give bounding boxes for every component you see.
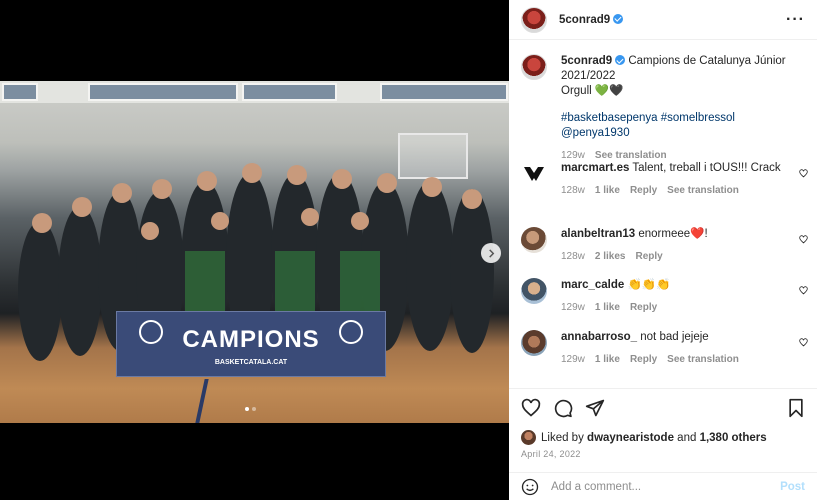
reply-button[interactable]: Reply [630, 352, 657, 367]
action-bar [521, 397, 805, 419]
post-side-panel: 5conrad9 ··· 5conrad9 Campions de Catalu… [509, 0, 817, 500]
comment-username[interactable]: annabarroso_ [561, 331, 637, 343]
emoji-smiley-icon[interactable] [521, 478, 539, 496]
avatar[interactable] [521, 54, 547, 80]
comment-likes[interactable]: 1 like [595, 183, 620, 198]
like-comment-heart-icon[interactable] [799, 338, 808, 350]
verified-badge-icon [615, 55, 626, 65]
share-paper-plane-icon[interactable] [585, 398, 605, 418]
reply-button[interactable]: Reply [636, 249, 663, 264]
hashtag-link[interactable]: #basketbasepenya [561, 112, 658, 124]
gym-window [88, 83, 238, 101]
header-username[interactable]: 5conrad9 [559, 13, 624, 26]
carousel-dots [245, 407, 256, 411]
comment-time[interactable]: 128w [561, 249, 585, 264]
banner-title: CAMPIONS [182, 326, 320, 353]
like-heart-icon[interactable] [521, 398, 541, 418]
post-actions: Liked by dwaynearistode and 1,380 others… [509, 388, 817, 459]
reply-button[interactable]: Reply [630, 183, 657, 198]
banner-subtitle: BASKETCATALA.CAT [214, 359, 288, 366]
logo-icon [524, 167, 544, 181]
liked-by-user[interactable]: dwaynearistode [587, 432, 674, 444]
reply-button[interactable]: Reply [630, 300, 657, 315]
avatar[interactable] [521, 161, 547, 187]
comments-list[interactable]: 5conrad9 Campions de Catalunya Júnior 20… [509, 41, 817, 387]
comment-username[interactable]: marcmart.es [561, 162, 629, 174]
caption-username[interactable]: 5conrad9 [561, 55, 612, 67]
more-options-icon[interactable]: ··· [786, 11, 805, 29]
likes-summary: Liked by dwaynearistode and 1,380 others [521, 430, 805, 445]
carousel-dot [252, 407, 256, 411]
add-comment-bar: Post [509, 472, 817, 500]
comment-text: Talent, treball i tOUS!!! Crack [632, 162, 781, 174]
comment-likes[interactable]: 1 like [595, 300, 620, 315]
verified-badge-icon [613, 13, 624, 24]
avatar[interactable] [521, 430, 536, 445]
avatar[interactable] [521, 330, 547, 356]
likes-prefix: Liked by [541, 431, 584, 444]
post-date[interactable]: April 24, 2022 [521, 449, 805, 459]
save-bookmark-icon[interactable] [787, 398, 805, 418]
gym-window [242, 83, 337, 101]
comment-time[interactable]: 129w [561, 352, 585, 367]
comment-text: enormeee❤️! [638, 228, 708, 240]
post-media: CAMPIONS BASKETCATALA.CAT [0, 0, 509, 500]
avatar[interactable] [521, 227, 547, 253]
post-comment-button[interactable]: Post [780, 481, 805, 493]
comment-text: 👏👏👏 [627, 279, 671, 291]
comment-item: marcmart.es Talent, treball i tOUS!!! Cr… [521, 161, 811, 198]
comment-bubble-icon[interactable] [553, 398, 573, 418]
hashtag-link[interactable]: #somelbressol [661, 112, 735, 124]
likes-others-link[interactable]: 1,380 others [700, 432, 767, 444]
avatar[interactable] [521, 6, 547, 33]
add-comment-input[interactable] [551, 480, 781, 493]
carousel-dot [245, 407, 249, 411]
header-username-text[interactable]: 5conrad9 [559, 14, 610, 26]
avatar[interactable] [521, 278, 547, 304]
comment-item: alanbeltran13 enormeee❤️! 128w 2 likes Rep… [521, 227, 811, 264]
likes-and: and [677, 431, 697, 444]
post-header: 5conrad9 ··· [509, 0, 817, 40]
caption: 5conrad9 Campions de Catalunya Júnior 20… [521, 54, 811, 163]
comment-text: not bad jejeje [640, 331, 709, 343]
chevron-right-icon [488, 248, 494, 258]
mention-link[interactable]: @penya1930 [561, 127, 630, 139]
post-photo[interactable]: CAMPIONS BASKETCATALA.CAT [0, 81, 509, 423]
gym-window [2, 83, 38, 101]
see-translation-button[interactable]: See translation [667, 352, 739, 367]
comment-username[interactable]: alanbeltran13 [561, 228, 635, 240]
like-comment-heart-icon[interactable] [799, 235, 808, 247]
comment-likes[interactable]: 2 likes [595, 249, 626, 264]
comment-item: annabarroso_ not bad jejeje 129w 1 like Re… [521, 330, 811, 367]
comment-time[interactable]: 128w [561, 183, 585, 198]
see-translation-button[interactable]: See translation [667, 183, 739, 198]
comment-item: marc_calde 👏👏👏 129w 1 like Reply [521, 278, 811, 315]
court-line [195, 379, 209, 423]
comment-time[interactable]: 129w [561, 300, 585, 315]
like-comment-heart-icon[interactable] [799, 286, 808, 298]
next-slide-button[interactable] [481, 243, 501, 263]
comment-likes[interactable]: 1 like [595, 352, 620, 367]
champions-banner: CAMPIONS BASKETCATALA.CAT [116, 311, 386, 377]
comment-username[interactable]: marc_calde [561, 279, 624, 291]
like-comment-heart-icon[interactable] [799, 169, 808, 181]
gym-window [380, 83, 508, 101]
caption-line-2: Orgull 💚🖤 [561, 85, 624, 97]
